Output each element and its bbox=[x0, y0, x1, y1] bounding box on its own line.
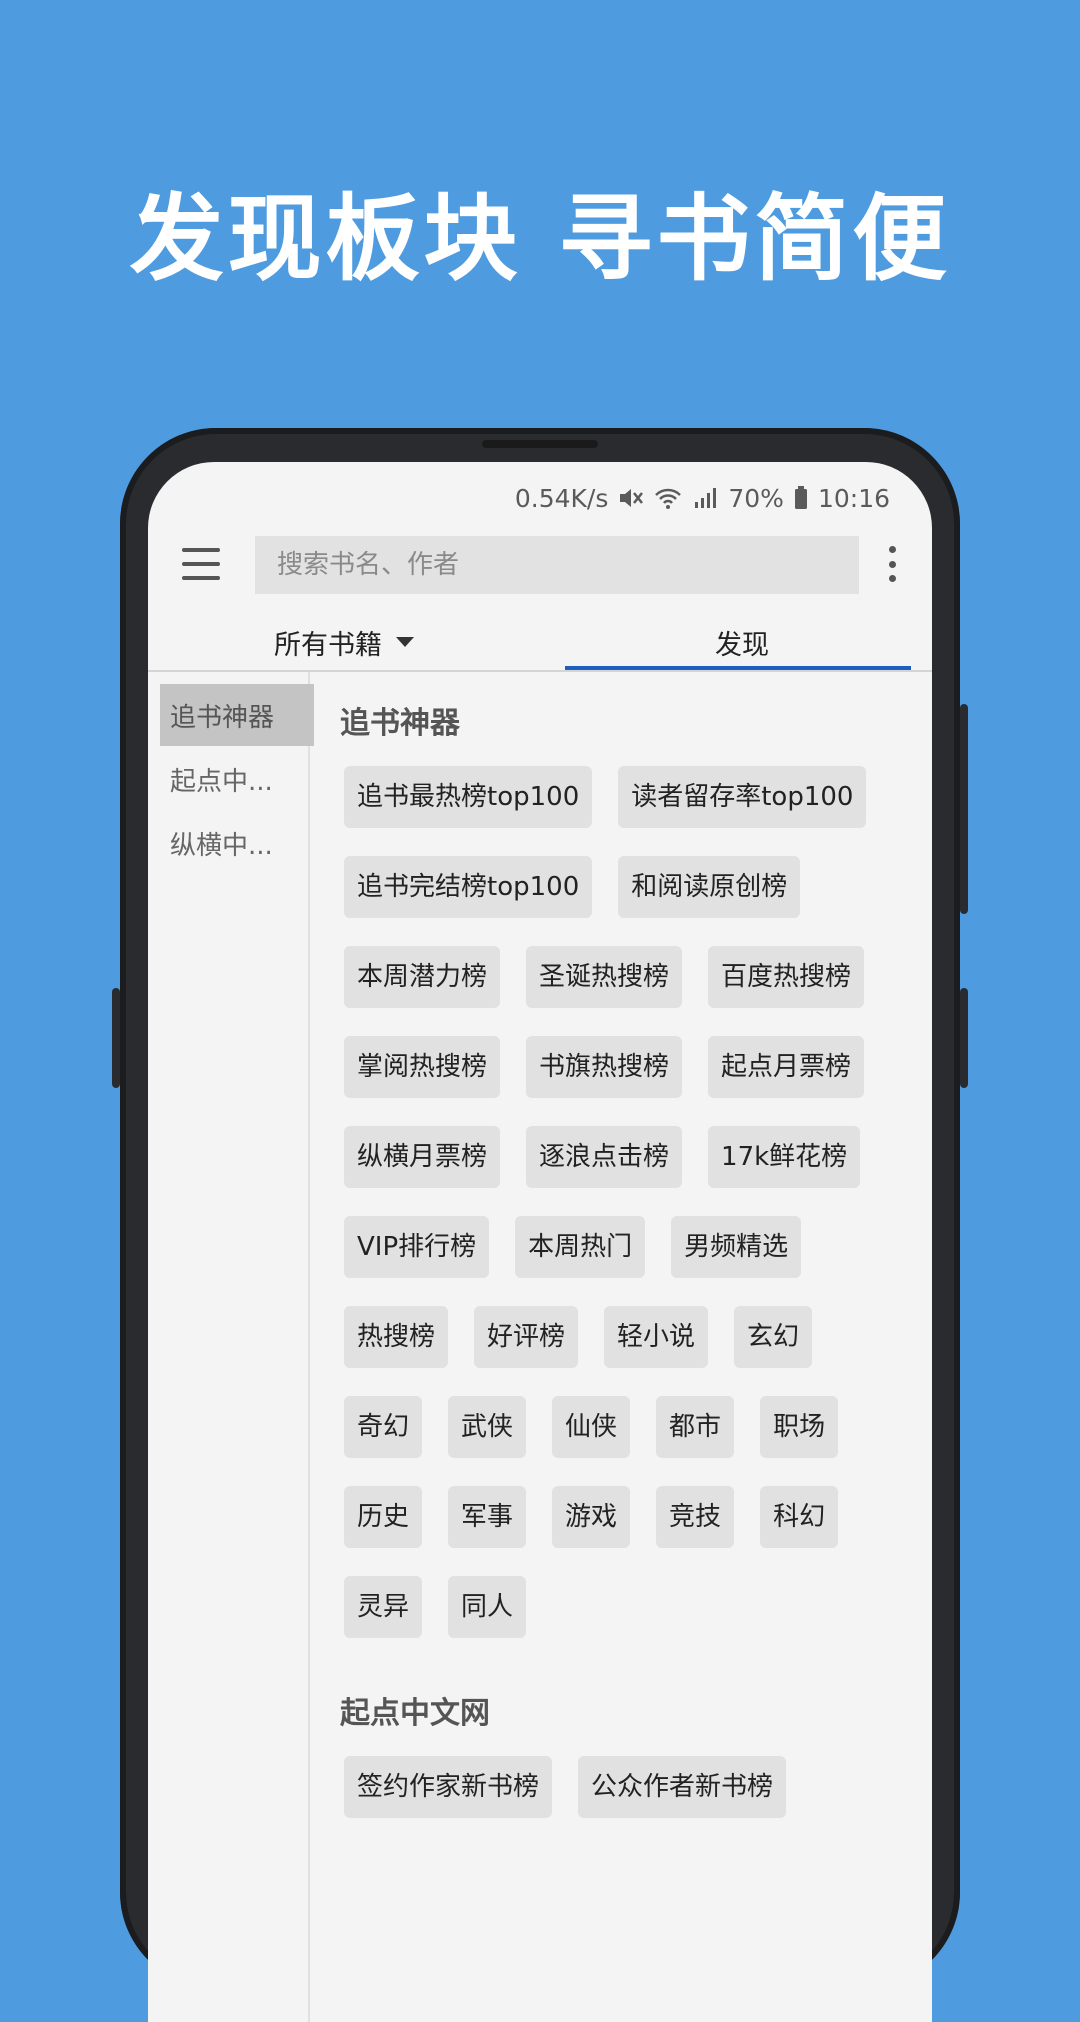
ranking-chip[interactable]: 都市 bbox=[656, 1396, 735, 1458]
sidebar-item-zhuishu[interactable]: 追书神器 bbox=[160, 684, 314, 746]
ranking-chip[interactable]: 逐浪点击榜 bbox=[526, 1126, 683, 1188]
ranking-chip[interactable]: 竞技 bbox=[656, 1486, 735, 1548]
ranking-chip[interactable]: 读者留存率top100 bbox=[618, 766, 867, 828]
ranking-chip[interactable]: VIP排行榜 bbox=[344, 1216, 490, 1278]
phone-speaker bbox=[482, 440, 598, 448]
ranking-chip[interactable]: 追书完结榜top100 bbox=[344, 856, 593, 918]
ranking-chip[interactable]: 掌阅热搜榜 bbox=[344, 1036, 501, 1098]
tab-all-books[interactable]: 所有书籍 bbox=[148, 614, 540, 670]
signal-icon bbox=[692, 486, 718, 510]
ranking-chip[interactable]: 本周热门 bbox=[515, 1216, 646, 1278]
ranking-chip[interactable]: 好评榜 bbox=[474, 1306, 579, 1368]
tab-bar: 所有书籍 发现 bbox=[148, 614, 932, 672]
chip-group: 追书最热榜top100 读者留存率top100 追书完结榜top100 和阅读原创榜本… bbox=[344, 766, 920, 1666]
discover-content: 追书神器 追书最热榜top100 读者留存率top100 追书完结榜top100 和阅… bbox=[340, 672, 920, 1846]
menu-icon[interactable] bbox=[182, 548, 220, 580]
ranking-chip[interactable]: 职场 bbox=[760, 1396, 839, 1458]
volume-button bbox=[112, 988, 120, 1088]
ranking-chip[interactable]: 书旗热搜榜 bbox=[526, 1036, 683, 1098]
chip-group: 签约作家新书榜 公众作者新书榜 bbox=[344, 1756, 920, 1846]
more-options-icon[interactable] bbox=[888, 546, 896, 582]
network-speed: 0.54K/s bbox=[514, 483, 609, 513]
ranking-chip[interactable]: 纵横月票榜 bbox=[344, 1126, 501, 1188]
ranking-chip[interactable]: 灵异 bbox=[344, 1576, 423, 1638]
clock: 10:16 bbox=[817, 483, 890, 513]
ranking-chip[interactable]: 奇幻 bbox=[344, 1396, 423, 1458]
ranking-chip[interactable]: 武侠 bbox=[448, 1396, 527, 1458]
ranking-chip[interactable]: 起点月票榜 bbox=[708, 1036, 865, 1098]
sidebar-item-zongheng[interactable]: 纵横中... bbox=[148, 812, 308, 874]
dropdown-caret-icon bbox=[396, 637, 414, 647]
ranking-chip[interactable]: 男频精选 bbox=[671, 1216, 802, 1278]
ranking-chip[interactable]: 追书最热榜top100 bbox=[344, 766, 593, 828]
ranking-chip[interactable]: 军事 bbox=[448, 1486, 527, 1548]
ranking-chip[interactable]: 百度热搜榜 bbox=[708, 946, 865, 1008]
tab-discover-label: 发现 bbox=[715, 629, 769, 661]
sidebar-item-qidian[interactable]: 起点中... bbox=[148, 748, 308, 810]
section-title: 起点中文网 bbox=[340, 1696, 490, 1731]
ranking-chip[interactable]: 同人 bbox=[448, 1576, 527, 1638]
ranking-chip[interactable]: 热搜榜 bbox=[344, 1306, 449, 1368]
ranking-chip[interactable]: 圣诞热搜榜 bbox=[526, 946, 683, 1008]
ranking-chip[interactable]: 科幻 bbox=[760, 1486, 839, 1548]
tab-all-books-label: 所有书籍 bbox=[274, 629, 382, 661]
ranking-chip[interactable]: 玄幻 bbox=[734, 1306, 813, 1368]
ranking-chip[interactable]: 公众作者新书榜 bbox=[578, 1756, 787, 1818]
mute-icon bbox=[618, 486, 644, 510]
ranking-chip[interactable]: 游戏 bbox=[552, 1486, 631, 1548]
status-bar: 0.54K/s 70% 10:16 bbox=[515, 476, 890, 520]
section-title: 追书神器 bbox=[340, 706, 460, 741]
ranking-chip[interactable]: 仙侠 bbox=[552, 1396, 631, 1458]
ranking-chip[interactable]: 轻小说 bbox=[604, 1306, 709, 1368]
phone-frame: 0.54K/s 70% 10:16 搜索书名、作者 所有书籍 发现 追书神器 起… bbox=[112, 428, 968, 2022]
search-input[interactable] bbox=[255, 536, 859, 594]
source-sidebar: 追书神器 起点中... 纵横中... bbox=[148, 672, 314, 2022]
ranking-chip[interactable]: 签约作家新书榜 bbox=[344, 1756, 553, 1818]
app-toolbar bbox=[148, 528, 932, 608]
battery-icon bbox=[794, 486, 808, 510]
active-tab-indicator bbox=[565, 666, 911, 670]
battery-percent: 70% bbox=[728, 483, 784, 513]
ranking-chip[interactable]: 和阅读原创榜 bbox=[618, 856, 801, 918]
ranking-chip[interactable]: 17k鲜花榜 bbox=[708, 1126, 861, 1188]
tab-discover[interactable]: 发现 bbox=[568, 614, 916, 670]
ranking-chip[interactable]: 本周潜力榜 bbox=[344, 946, 501, 1008]
power-button bbox=[960, 704, 968, 914]
ranking-chip[interactable]: 历史 bbox=[344, 1486, 423, 1548]
side-button bbox=[960, 988, 968, 1088]
wifi-icon bbox=[654, 486, 682, 510]
promo-headline: 发现板块 寻书简便 bbox=[129, 185, 951, 294]
app-screen: 0.54K/s 70% 10:16 搜索书名、作者 所有书籍 发现 追书神器 起… bbox=[148, 462, 932, 2022]
